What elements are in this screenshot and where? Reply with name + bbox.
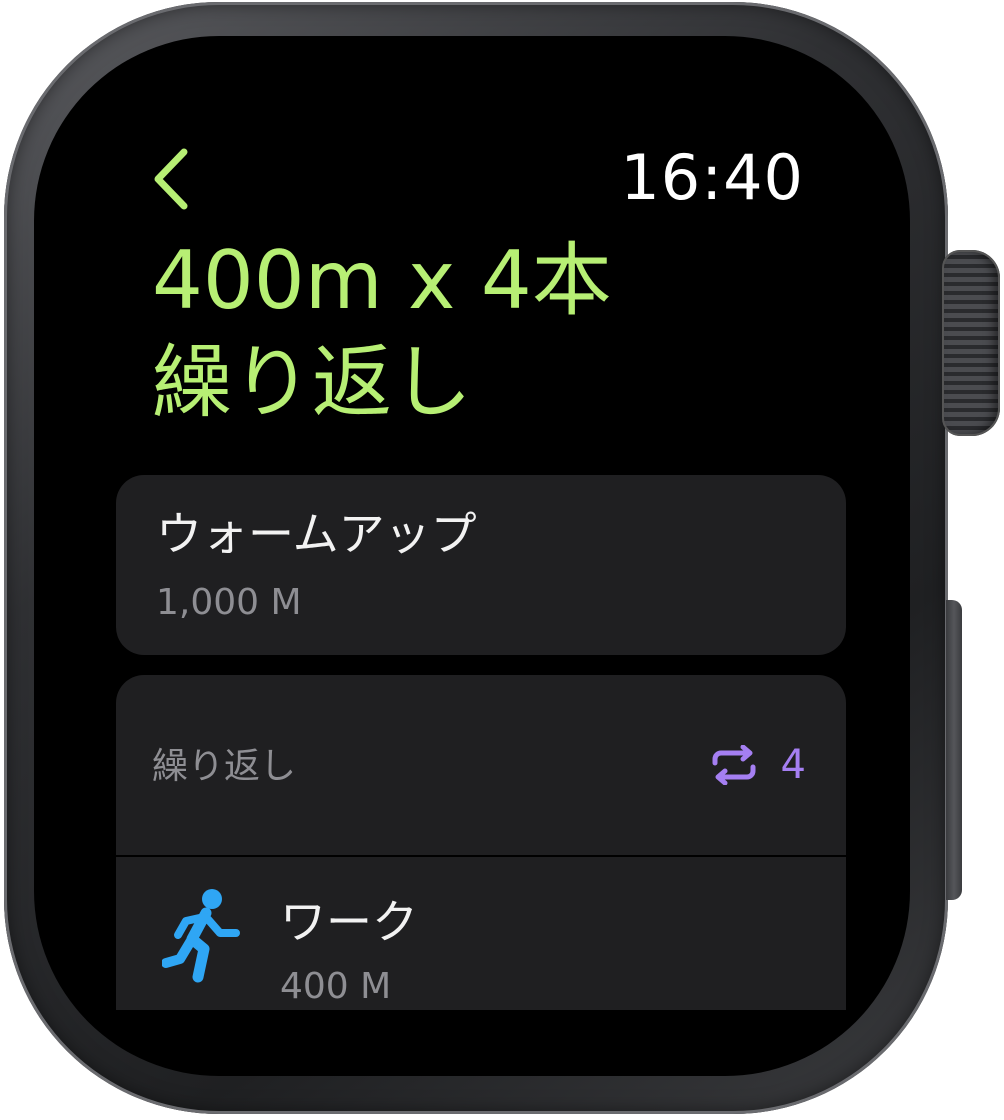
work-row[interactable]: ワーク 400 M: [116, 857, 846, 1010]
workout-title-line1: 400m x 4本: [152, 234, 612, 327]
back-chevron-icon[interactable]: [146, 144, 196, 214]
repeat-count: 4: [780, 742, 806, 788]
warmup-label: ウォームアップ: [156, 507, 477, 561]
work-label: ワーク: [280, 895, 418, 949]
running-figure-icon: [162, 889, 240, 983]
warmup-card[interactable]: ウォームアップ 1,000 M: [116, 475, 846, 655]
workout-title-line2: 繰り返し: [152, 336, 472, 429]
repeat-header: 繰り返し 4: [116, 675, 846, 857]
repeat-card[interactable]: 繰り返し 4 ワーク 400 M: [116, 675, 846, 1010]
work-distance: 400 M: [280, 966, 392, 1007]
digital-crown[interactable]: [942, 250, 1000, 436]
workout-title: 400m x 4本 繰り返し: [152, 230, 792, 434]
repeat-count-group: 4: [709, 741, 806, 789]
status-time: 16:40: [620, 141, 804, 214]
side-button[interactable]: [946, 600, 962, 900]
watch-screen: 16:40 400m x 4本 繰り返し ウォームアップ 1,000 M 繰り返…: [112, 130, 852, 1010]
repeat-icon: [712, 745, 756, 785]
repeat-label: 繰り返し: [152, 746, 297, 787]
warmup-distance: 1,000 M: [156, 582, 302, 623]
